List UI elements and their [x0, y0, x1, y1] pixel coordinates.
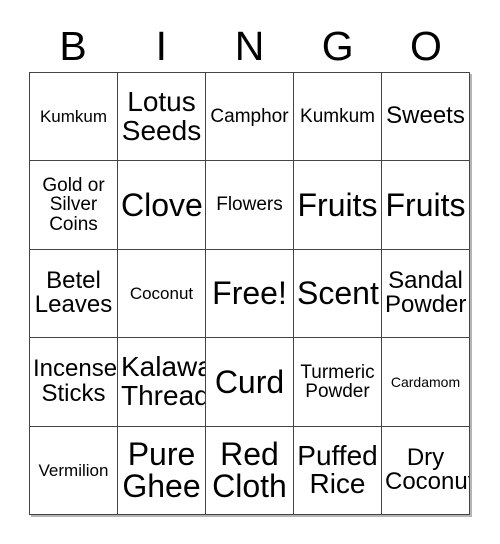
bingo-cell-r2c4[interactable]: Fruits — [294, 161, 382, 250]
bingo-cell-label: Red Cloth — [212, 435, 287, 505]
bingo-cell-r2c1[interactable]: Gold or Silver Coins — [30, 161, 118, 250]
bingo-cell-r4c1[interactable]: Incense Sticks — [30, 338, 118, 427]
bingo-cell-r5c4[interactable]: Puffed Rice — [294, 426, 382, 515]
bingo-cell-r4c2[interactable]: Kalawa Thread — [118, 338, 206, 427]
bingo-cell-r1c4[interactable]: Kumkum — [294, 73, 382, 162]
header-letter-g: G — [321, 23, 354, 69]
bingo-cell-r4c3[interactable]: Curd — [206, 338, 294, 427]
bingo-cell-free-space[interactable]: Free! — [206, 249, 294, 339]
bingo-cell-r4c5[interactable]: Cardamom — [382, 338, 470, 427]
bingo-cell-label: Kalawa Thread — [121, 351, 206, 411]
bingo-cell-r3c2[interactable]: Coconut — [118, 249, 206, 339]
bingo-cell-label: Gold or Silver Coins — [42, 175, 105, 235]
bingo-cell-label: Turmeric Powder — [300, 361, 375, 402]
bingo-cell-label: Betel Leaves — [34, 267, 113, 319]
bingo-cell-label: Sweets — [386, 102, 465, 130]
bingo-cell-r3c1[interactable]: Betel Leaves — [30, 249, 118, 339]
bingo-cell-r5c5[interactable]: Dry Coconut — [382, 426, 470, 515]
bingo-cell-r3c4[interactable]: Scent — [294, 249, 382, 339]
header-letter-i: I — [155, 23, 167, 69]
bingo-cell-r5c2[interactable]: Pure Ghee — [118, 426, 206, 515]
header-letter-n: N — [234, 23, 265, 69]
bingo-cell-r2c3[interactable]: Flowers — [206, 161, 294, 250]
bingo-cell-r1c5[interactable]: Sweets — [382, 73, 470, 162]
bingo-cell-label: Incense Sticks — [33, 355, 118, 407]
bingo-cell-label: Flowers — [216, 194, 283, 216]
bingo-cell-r2c2[interactable]: Clove — [118, 161, 206, 250]
bingo-card: B I N G O Kumkum Lotus Seeds Camphor Kum… — [0, 0, 500, 544]
bingo-cell-r2c5[interactable]: Fruits — [382, 161, 470, 250]
bingo-cell-label: Fruits — [385, 186, 466, 223]
bingo-cell-label: Vermilion — [38, 460, 109, 480]
bingo-cell-r5c1[interactable]: Vermilion — [30, 426, 118, 515]
bingo-cell-label: Fruits — [297, 186, 378, 223]
bingo-cell-label: Pure Ghee — [122, 435, 201, 505]
bingo-cell-r1c2[interactable]: Lotus Seeds — [118, 73, 206, 162]
bingo-cell-r1c1[interactable]: Kumkum — [30, 73, 118, 162]
bingo-cell-label: Free! — [212, 275, 287, 312]
bingo-cell-label: Lotus Seeds — [121, 86, 202, 146]
bingo-cell-label: Dry Coconut — [385, 443, 470, 496]
bingo-grid: Kumkum Lotus Seeds Camphor Kumkum Sweets… — [29, 72, 470, 515]
bingo-cell-label: Sandal Powder — [385, 267, 467, 319]
header-letter-o: O — [409, 23, 442, 69]
bingo-header: B I N G O — [29, 16, 470, 68]
bingo-cell-r5c3[interactable]: Red Cloth — [206, 426, 294, 515]
bingo-cell-label: Curd — [214, 363, 285, 400]
bingo-cell-label: Coconut — [129, 283, 194, 303]
bingo-cell-label: Kumkum — [300, 106, 375, 127]
bingo-cell-label: Puffed Rice — [297, 439, 378, 500]
bingo-cell-r4c4[interactable]: Turmeric Powder — [294, 338, 382, 427]
bingo-cell-label: Cardamom — [390, 373, 461, 390]
bingo-cell-label: Clove — [121, 186, 203, 223]
bingo-cell-label: Kumkum — [39, 107, 108, 127]
header-letter-b: B — [59, 23, 87, 69]
bingo-cell-r3c5[interactable]: Sandal Powder — [382, 249, 470, 339]
bingo-cell-label: Scent — [297, 275, 379, 312]
bingo-cell-label: Camphor — [210, 106, 289, 127]
bingo-cell-r1c3[interactable]: Camphor — [206, 73, 294, 162]
